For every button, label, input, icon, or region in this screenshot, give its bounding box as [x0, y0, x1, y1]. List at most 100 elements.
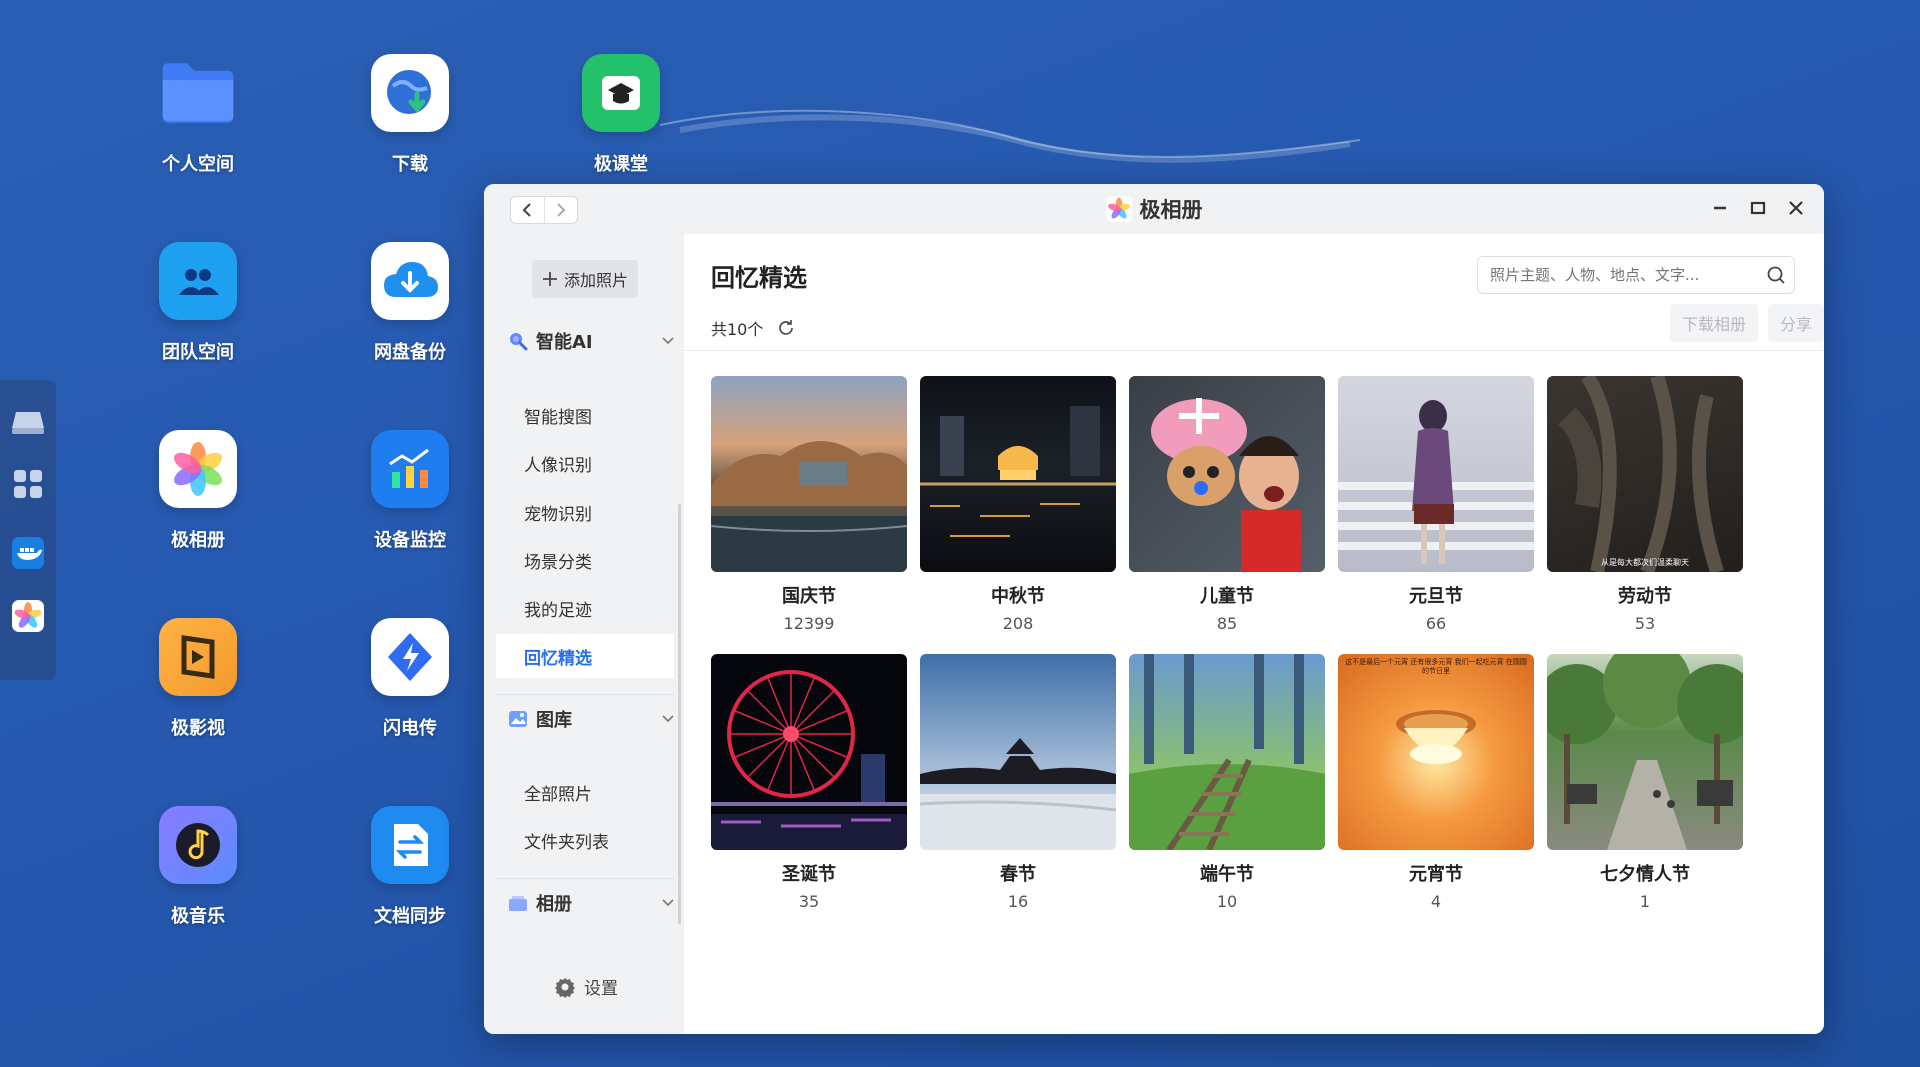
chart-monitor-icon: [371, 430, 449, 508]
page-title: 回忆精选: [711, 264, 807, 292]
desktop-icon-video[interactable]: 极影视: [133, 618, 263, 740]
maximize-button[interactable]: [1748, 198, 1768, 218]
memory-count: 4: [1430, 892, 1442, 911]
minimize-icon: [1714, 206, 1726, 210]
section-title: 相册: [536, 894, 572, 915]
section-albums[interactable]: 相册: [508, 888, 674, 918]
minimize-button[interactable]: [1710, 198, 1730, 218]
sidebar-item-folder-list[interactable]: 文件夹列表: [496, 818, 674, 862]
folder-icon: [159, 54, 237, 132]
sidebar-item-scene-classification[interactable]: 场景分类: [496, 538, 674, 582]
desktop-icon-label: 个人空间: [162, 154, 234, 175]
drive-icon[interactable]: [8, 402, 48, 442]
desktop-icon-classroom[interactable]: 极课堂: [556, 54, 686, 176]
thumbnail-caption: 从是每大都次们温柔聊天: [1601, 558, 1689, 567]
chevron-right-icon: [557, 203, 566, 217]
desktop-icon-label: 团队空间: [162, 342, 234, 363]
memory-card-spring-festival[interactable]: 春节 16: [920, 654, 1116, 911]
close-button[interactable]: [1786, 198, 1806, 218]
refresh-icon[interactable]: [777, 319, 795, 337]
sidebar-item-all-photos[interactable]: 全部照片: [496, 770, 674, 814]
memory-count: 12399: [783, 614, 835, 633]
music-note-icon: [159, 806, 237, 884]
memory-count: 85: [1216, 614, 1238, 633]
desktop-icon-flash-transfer[interactable]: 闪电传: [345, 618, 475, 740]
team-folder-icon: [159, 242, 237, 320]
desktop-icon-cloud-backup[interactable]: 网盘备份: [345, 242, 475, 364]
download-globe-icon: [371, 54, 449, 132]
back-button[interactable]: [511, 197, 545, 223]
gallery-icon: [509, 711, 527, 727]
plus-icon: [542, 272, 557, 286]
sidebar-item-memories[interactable]: 回忆精选: [496, 634, 674, 678]
add-photos-label: 添加照片: [563, 271, 628, 290]
search-input[interactable]: [1490, 266, 1758, 284]
sidebar-item-smart-search[interactable]: 智能搜图: [496, 393, 674, 437]
memory-name: 儿童节: [1200, 586, 1254, 607]
memory-name: 劳动节: [1618, 586, 1672, 607]
memory-thumbnail: [711, 654, 907, 850]
desktop-icon-personal-space[interactable]: 个人空间: [133, 54, 263, 176]
memory-card-lantern-festival[interactable]: 这不是最后一个元宵 还有很多元宵 我们一起吃元宵 在圆圆的节日里 元宵节 4: [1338, 654, 1534, 911]
search-button[interactable]: [1758, 265, 1794, 285]
memory-card-national-day[interactable]: 国庆节 12399: [711, 376, 907, 633]
desktop-icon-doc-sync[interactable]: 文档同步: [345, 806, 475, 928]
desktop-icon-device-monitor[interactable]: 设备监控: [345, 430, 475, 552]
memory-thumbnail: [711, 376, 907, 572]
desktop-icon-photos[interactable]: 极相册: [133, 430, 263, 552]
add-photos-button[interactable]: 添加照片: [532, 260, 638, 298]
cloud-download-icon: [371, 242, 449, 320]
share-button[interactable]: 分享: [1768, 304, 1824, 342]
desktop-icon-label: 网盘备份: [374, 342, 446, 363]
sidebar-scrollbar[interactable]: [678, 504, 681, 924]
sidebar-item-pet-recognition[interactable]: 宠物识别: [496, 490, 674, 534]
photos-flower-icon: [1105, 196, 1132, 222]
memory-card-labor-day[interactable]: 从是每大都次们温柔聊天 劳动节 53: [1547, 376, 1743, 633]
memory-thumbnail: [1129, 376, 1325, 572]
memory-count: 1: [1639, 892, 1651, 911]
memory-name: 国庆节: [782, 586, 836, 607]
section-smart-ai[interactable]: 智能AI: [508, 326, 674, 356]
memory-name: 春节: [1000, 864, 1036, 885]
title-bar: 极相册: [484, 184, 1824, 234]
desktop-icon-label: 下载: [392, 154, 428, 175]
gear-icon: [555, 977, 575, 998]
desktop-icon-label: 极影视: [171, 718, 225, 739]
section-title: 智能AI: [536, 332, 593, 353]
memory-card-mid-autumn[interactable]: 中秋节 208: [920, 376, 1116, 633]
section-gallery[interactable]: 图库: [508, 704, 674, 734]
download-album-button[interactable]: 下载相册: [1670, 304, 1758, 342]
memory-card-qixi[interactable]: 七夕情人节 1: [1547, 654, 1743, 911]
memory-card-childrens-day[interactable]: 儿童节 85: [1129, 376, 1325, 633]
memory-card-dragon-boat[interactable]: 端午节 10: [1129, 654, 1325, 911]
memory-name: 端午节: [1200, 864, 1254, 885]
desktop-icon-label: 闪电传: [383, 718, 437, 739]
left-dock: [0, 380, 56, 680]
desktop-icon-music[interactable]: 极音乐: [133, 806, 263, 928]
memory-card-new-year[interactable]: 元旦节 66: [1338, 376, 1534, 633]
desktop-icon-label: 设备监控: [374, 530, 446, 551]
settings-button[interactable]: 设置: [554, 974, 618, 999]
photos-flower-icon[interactable]: [8, 596, 48, 636]
chevron-down-icon: [662, 715, 674, 723]
maximize-icon: [1750, 201, 1766, 215]
memory-count: 53: [1634, 614, 1656, 633]
forward-button[interactable]: [545, 197, 578, 223]
desktop-icon-label: 极音乐: [171, 906, 225, 927]
desktop-wave-decoration: [660, 109, 1360, 163]
memory-card-christmas[interactable]: 圣诞节 35: [711, 654, 907, 911]
memory-thumbnail: [1338, 376, 1534, 572]
desktop-icon-team-space[interactable]: 团队空间: [133, 242, 263, 364]
graduation-cap-icon: [582, 54, 660, 132]
docker-icon[interactable]: [8, 533, 48, 573]
sync-arrows-icon: [371, 806, 449, 884]
desktop-icon-download[interactable]: 下载: [345, 54, 475, 176]
memory-thumbnail: [1129, 654, 1325, 850]
sidebar-divider: [496, 694, 674, 695]
search-icon: [1767, 266, 1785, 284]
sidebar-item-my-footprints[interactable]: 我的足迹: [496, 586, 674, 630]
sidebar-item-face-recognition[interactable]: 人像识别: [496, 441, 674, 485]
apps-grid-icon[interactable]: [8, 464, 48, 504]
desktop-icon-label: 极课堂: [594, 154, 648, 175]
thumbnail-caption: 这不是最后一个元宵 还有很多元宵 我们一起吃元宵 在圆圆的节日里: [1345, 658, 1527, 675]
